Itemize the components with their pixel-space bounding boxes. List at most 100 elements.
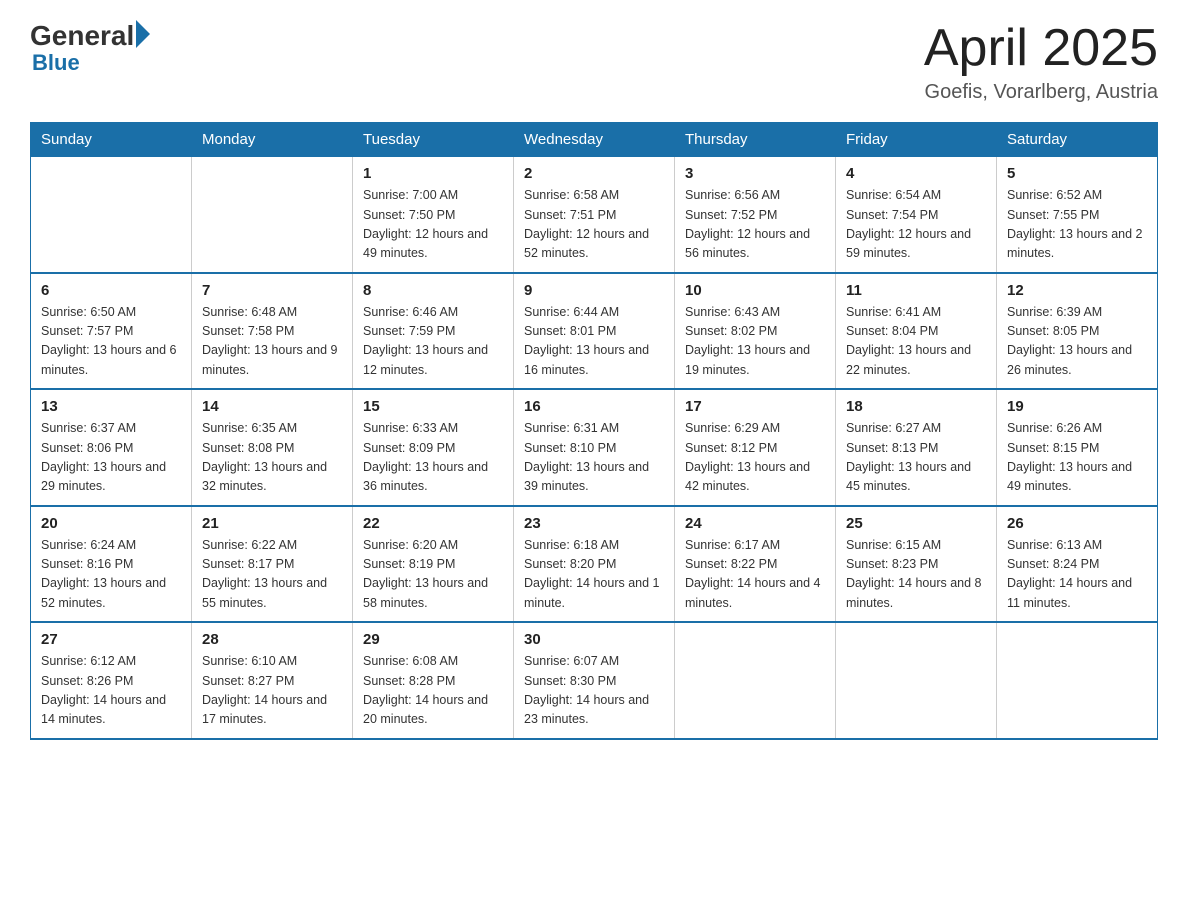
- calendar-cell: 10Sunrise: 6:43 AM Sunset: 8:02 PM Dayli…: [675, 273, 836, 390]
- logo: General Blue: [30, 20, 150, 76]
- day-info: Sunrise: 6:15 AM Sunset: 8:23 PM Dayligh…: [846, 536, 986, 614]
- day-info: Sunrise: 6:12 AM Sunset: 8:26 PM Dayligh…: [41, 652, 181, 730]
- day-number: 25: [846, 515, 986, 532]
- calendar-cell: 9Sunrise: 6:44 AM Sunset: 8:01 PM Daylig…: [514, 273, 675, 390]
- calendar-subtitle: Goefis, Vorarlberg, Austria: [924, 81, 1158, 104]
- calendar-cell: 3Sunrise: 6:56 AM Sunset: 7:52 PM Daylig…: [675, 157, 836, 273]
- day-number: 18: [846, 398, 986, 415]
- day-info: Sunrise: 7:00 AM Sunset: 7:50 PM Dayligh…: [363, 186, 503, 264]
- calendar-table: Sunday Monday Tuesday Wednesday Thursday…: [30, 122, 1158, 740]
- header-friday: Friday: [836, 123, 997, 157]
- calendar-cell: 23 Sunrise: 6:18 AM Sunset: 8:20 PM Dayli…: [514, 506, 675, 623]
- day-number: 12: [1007, 282, 1147, 299]
- day-number: 24: [685, 515, 825, 532]
- day-info: Sunrise: 6:22 AM Sunset: 8:17 PM Dayligh…: [202, 536, 342, 614]
- header-thursday: Thursday: [675, 123, 836, 157]
- day-info: Sunrise: 6:35 AM Sunset: 8:08 PM Dayligh…: [202, 419, 342, 497]
- logo-general-text: General: [30, 20, 134, 52]
- calendar-cell: 14Sunrise: 6:35 AM Sunset: 8:08 PM Dayli…: [192, 389, 353, 506]
- logo-blue-text: Blue: [32, 50, 80, 76]
- day-number: 30: [524, 631, 664, 648]
- day-info: Sunrise: 6:50 AM Sunset: 7:57 PM Dayligh…: [41, 303, 181, 381]
- calendar-cell: 2 Sunrise: 6:58 AM Sunset: 7:51 PM Daylig…: [514, 157, 675, 273]
- calendar-cell: 4 Sunrise: 6:54 AM Sunset: 7:54 PM Daylig…: [836, 157, 997, 273]
- header-wednesday: Wednesday: [514, 123, 675, 157]
- calendar-cell: 19 Sunrise: 6:26 AM Sunset: 8:15 PM Dayli…: [997, 389, 1158, 506]
- day-info: Sunrise: 6:26 AM Sunset: 8:15 PM Dayligh…: [1007, 419, 1147, 497]
- day-number: 2: [524, 165, 664, 182]
- day-number: 3: [685, 165, 825, 182]
- day-number: 11: [846, 282, 986, 299]
- header-sunday: Sunday: [31, 123, 192, 157]
- day-info: Sunrise: 6:13 AM Sunset: 8:24 PM Dayligh…: [1007, 536, 1147, 614]
- day-number: 1: [363, 165, 503, 182]
- calendar-cell: 15Sunrise: 6:33 AM Sunset: 8:09 PM Dayli…: [353, 389, 514, 506]
- day-number: 20: [41, 515, 181, 532]
- header-saturday: Saturday: [997, 123, 1158, 157]
- header-tuesday: Tuesday: [353, 123, 514, 157]
- header-row: Sunday Monday Tuesday Wednesday Thursday…: [31, 123, 1158, 157]
- calendar-cell: 25 Sunrise: 6:15 AM Sunset: 8:23 PM Dayli…: [836, 506, 997, 623]
- calendar-cell: 1 Sunrise: 7:00 AM Sunset: 7:50 PM Daylig…: [353, 157, 514, 273]
- logo-arrow-icon: [136, 20, 150, 48]
- calendar-cell: 28 Sunrise: 6:10 AM Sunset: 8:27 PM Dayli…: [192, 622, 353, 739]
- day-info: Sunrise: 6:39 AM Sunset: 8:05 PM Dayligh…: [1007, 303, 1147, 381]
- day-info: Sunrise: 6:27 AM Sunset: 8:13 PM Dayligh…: [846, 419, 986, 497]
- day-number: 29: [363, 631, 503, 648]
- day-number: 21: [202, 515, 342, 532]
- day-info: Sunrise: 6:43 AM Sunset: 8:02 PM Dayligh…: [685, 303, 825, 381]
- day-info: Sunrise: 6:54 AM Sunset: 7:54 PM Dayligh…: [846, 186, 986, 264]
- calendar-cell: 12 Sunrise: 6:39 AM Sunset: 8:05 PM Dayli…: [997, 273, 1158, 390]
- day-number: 5: [1007, 165, 1147, 182]
- day-number: 22: [363, 515, 503, 532]
- calendar-cell: 16 Sunrise: 6:31 AM Sunset: 8:10 PM Dayli…: [514, 389, 675, 506]
- calendar-body: 1 Sunrise: 7:00 AM Sunset: 7:50 PM Daylig…: [31, 157, 1158, 739]
- day-number: 6: [41, 282, 181, 299]
- calendar-cell: 13 Sunrise: 6:37 AM Sunset: 8:06 PM Dayli…: [31, 389, 192, 506]
- calendar-cell: 21 Sunrise: 6:22 AM Sunset: 8:17 PM Dayli…: [192, 506, 353, 623]
- calendar-cell: 17 Sunrise: 6:29 AM Sunset: 8:12 PM Dayli…: [675, 389, 836, 506]
- day-info: Sunrise: 6:41 AM Sunset: 8:04 PM Dayligh…: [846, 303, 986, 381]
- day-number: 8: [363, 282, 503, 299]
- calendar-cell: 20Sunrise: 6:24 AM Sunset: 8:16 PM Dayli…: [31, 506, 192, 623]
- calendar-cell: 30 Sunrise: 6:07 AM Sunset: 8:30 PM Dayli…: [514, 622, 675, 739]
- day-info: Sunrise: 6:29 AM Sunset: 8:12 PM Dayligh…: [685, 419, 825, 497]
- calendar-cell: 24Sunrise: 6:17 AM Sunset: 8:22 PM Dayli…: [675, 506, 836, 623]
- calendar-cell: 18 Sunrise: 6:27 AM Sunset: 8:13 PM Dayli…: [836, 389, 997, 506]
- day-info: Sunrise: 6:33 AM Sunset: 8:09 PM Dayligh…: [363, 419, 503, 497]
- calendar-cell: 27Sunrise: 6:12 AM Sunset: 8:26 PM Dayli…: [31, 622, 192, 739]
- calendar-cell: [31, 157, 192, 273]
- day-number: 7: [202, 282, 342, 299]
- day-number: 16: [524, 398, 664, 415]
- day-number: 17: [685, 398, 825, 415]
- calendar-cell: 26 Sunrise: 6:13 AM Sunset: 8:24 PM Dayli…: [997, 506, 1158, 623]
- day-info: Sunrise: 6:46 AM Sunset: 7:59 PM Dayligh…: [363, 303, 503, 381]
- calendar-cell: 11 Sunrise: 6:41 AM Sunset: 8:04 PM Dayli…: [836, 273, 997, 390]
- day-info: Sunrise: 6:52 AM Sunset: 7:55 PM Dayligh…: [1007, 186, 1147, 264]
- day-info: Sunrise: 6:48 AM Sunset: 7:58 PM Dayligh…: [202, 303, 342, 381]
- day-info: Sunrise: 6:07 AM Sunset: 8:30 PM Dayligh…: [524, 652, 664, 730]
- day-info: Sunrise: 6:18 AM Sunset: 8:20 PM Dayligh…: [524, 536, 664, 614]
- calendar-cell: 8 Sunrise: 6:46 AM Sunset: 7:59 PM Daylig…: [353, 273, 514, 390]
- calendar-cell: [836, 622, 997, 739]
- calendar-cell: [192, 157, 353, 273]
- day-info: Sunrise: 6:31 AM Sunset: 8:10 PM Dayligh…: [524, 419, 664, 497]
- calendar-cell: 22 Sunrise: 6:20 AM Sunset: 8:19 PM Dayli…: [353, 506, 514, 623]
- day-number: 4: [846, 165, 986, 182]
- day-number: 28: [202, 631, 342, 648]
- day-info: Sunrise: 6:20 AM Sunset: 8:19 PM Dayligh…: [363, 536, 503, 614]
- day-info: Sunrise: 6:37 AM Sunset: 8:06 PM Dayligh…: [41, 419, 181, 497]
- day-info: Sunrise: 6:10 AM Sunset: 8:27 PM Dayligh…: [202, 652, 342, 730]
- calendar-cell: [997, 622, 1158, 739]
- day-number: 23: [524, 515, 664, 532]
- calendar-cell: 29 Sunrise: 6:08 AM Sunset: 8:28 PM Dayli…: [353, 622, 514, 739]
- day-info: Sunrise: 6:08 AM Sunset: 8:28 PM Dayligh…: [363, 652, 503, 730]
- day-number: 26: [1007, 515, 1147, 532]
- title-section: April 2025 Goefis, Vorarlberg, Austria: [924, 20, 1158, 104]
- day-number: 19: [1007, 398, 1147, 415]
- page-header: General Blue April 2025 Goefis, Vorarlbe…: [30, 20, 1158, 104]
- day-info: Sunrise: 6:44 AM Sunset: 8:01 PM Dayligh…: [524, 303, 664, 381]
- calendar-cell: 6 Sunrise: 6:50 AM Sunset: 7:57 PM Daylig…: [31, 273, 192, 390]
- day-info: Sunrise: 6:58 AM Sunset: 7:51 PM Dayligh…: [524, 186, 664, 264]
- day-number: 13: [41, 398, 181, 415]
